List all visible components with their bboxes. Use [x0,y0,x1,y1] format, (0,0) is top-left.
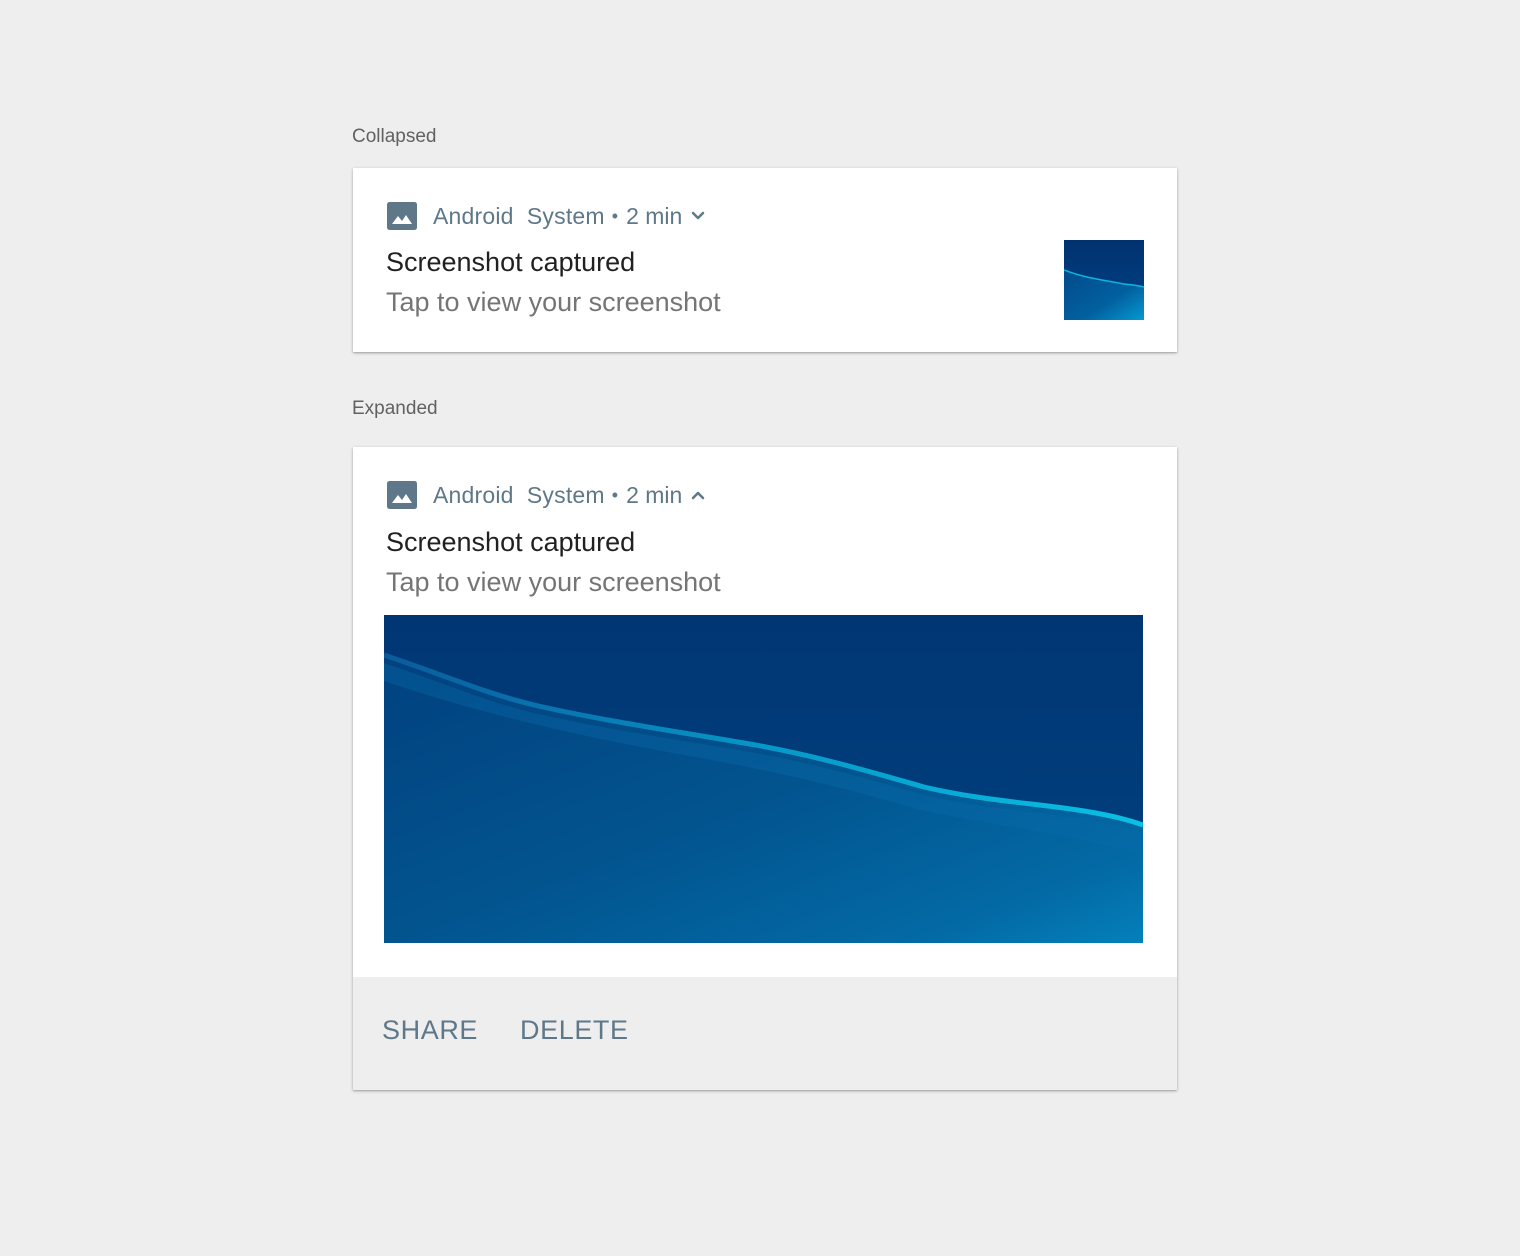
chevron-down-icon[interactable] [691,211,705,221]
delete-button[interactable]: DELETE [520,1017,629,1044]
app-name: Android System [433,202,605,229]
chevron-up-icon[interactable] [691,490,705,500]
notification-header: Android System • 2 min [387,202,705,230]
share-button[interactable]: SHARE [382,1017,478,1044]
notification-subtitle: Tap to view your screenshot [386,567,721,597]
screenshot-preview-image[interactable] [384,615,1143,943]
notification-header: Android System • 2 min [387,481,705,509]
expanded-section-label: Expanded [352,398,438,419]
app-name: Android System [433,481,605,508]
timestamp: 2 min [626,202,683,229]
notification-subtitle: Tap to view your screenshot [386,287,721,317]
image-icon [387,202,417,230]
screenshot-thumbnail[interactable] [1064,240,1144,320]
image-icon [387,481,417,509]
separator-dot: • [611,484,619,505]
collapsed-section-label: Collapsed [352,126,437,147]
notification-actions: SHARE DELETE [353,977,1177,1090]
notification-title: Screenshot captured [386,247,636,277]
notification-title: Screenshot captured [386,527,636,557]
separator-dot: • [611,205,619,226]
notification-card-collapsed[interactable]: Android System • 2 min Screenshot captur… [353,168,1177,352]
notification-card-expanded[interactable]: Android System • 2 min Screenshot captur… [353,447,1177,1090]
timestamp: 2 min [626,481,683,508]
